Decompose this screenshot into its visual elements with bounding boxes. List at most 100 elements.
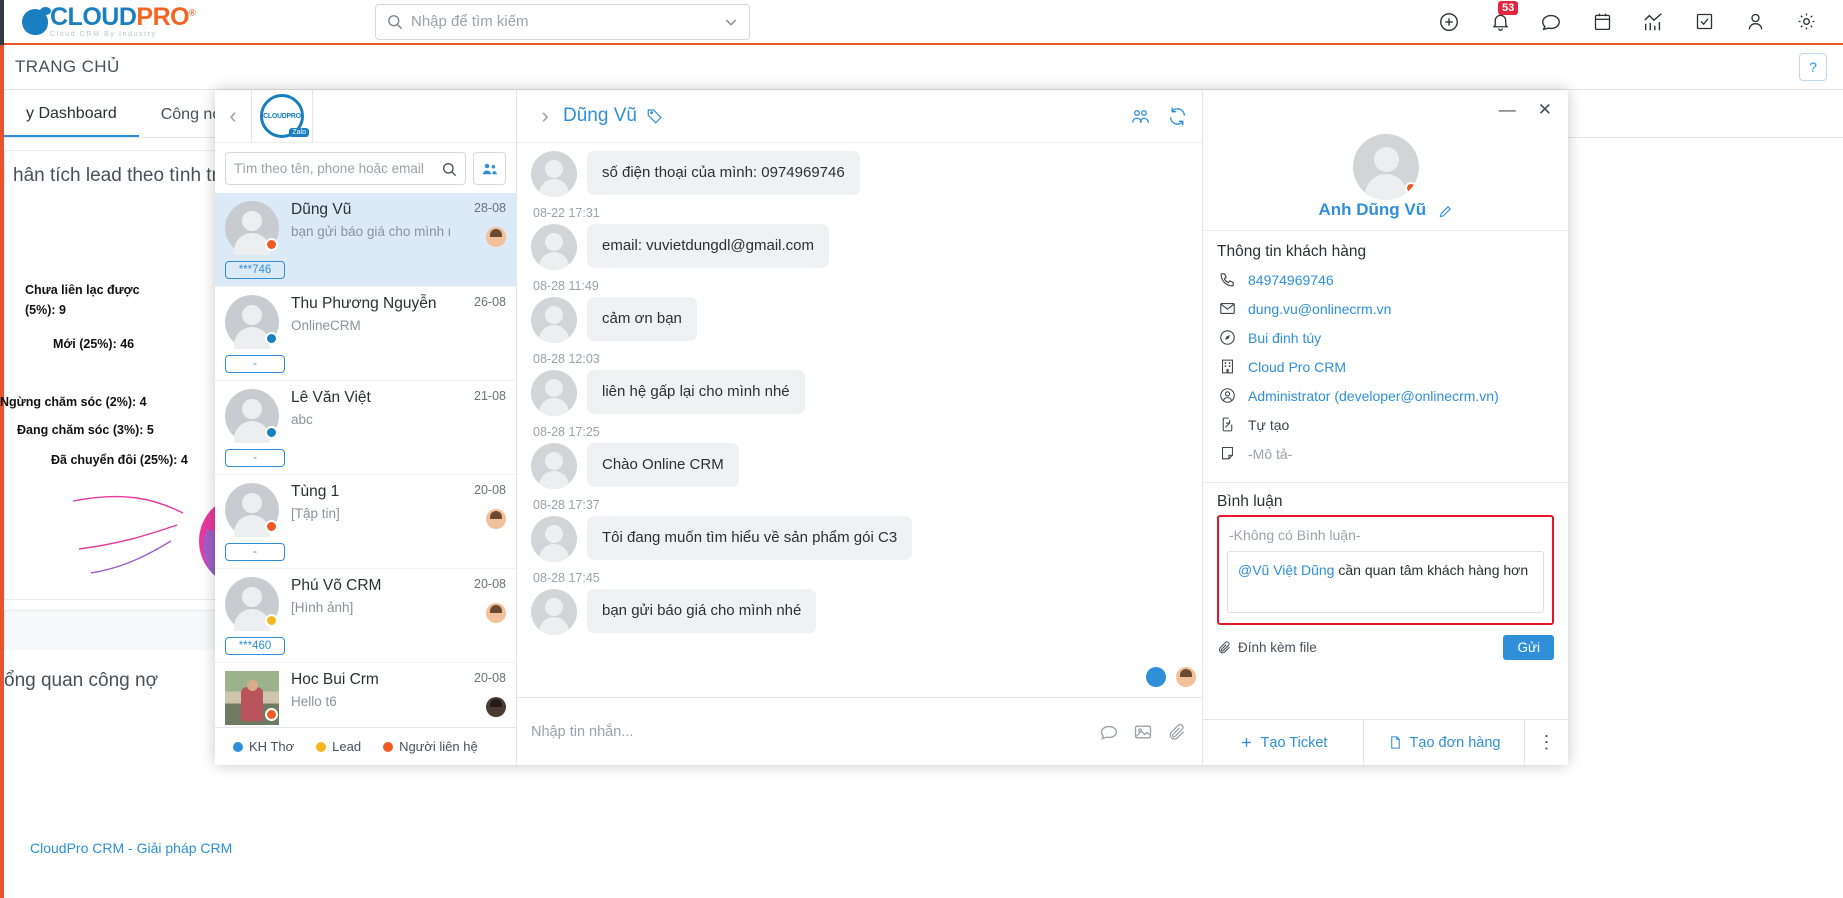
search-placeholder: Nhập để tìm kiếm (411, 13, 529, 30)
message-timestamp: 08-28 11:49 (533, 279, 599, 293)
search-icon[interactable] (441, 161, 457, 177)
customer-description: -Mô tả- (1248, 445, 1293, 462)
customer-address[interactable]: Bui đinh túy (1248, 330, 1321, 346)
comment-text: cần quan tâm khách hàng hơn (1334, 562, 1529, 578)
gear-icon[interactable] (1794, 10, 1818, 34)
tab-my-dashboard[interactable]: y Dashboard (4, 92, 139, 138)
customer-phone[interactable]: 84974969746 (1248, 272, 1334, 288)
customer-email[interactable]: dung.vu@onlinecrm.vn (1248, 301, 1391, 317)
status-badge[interactable]: ***746 (225, 261, 285, 279)
chat-icon[interactable] (1539, 10, 1563, 34)
plus-icon (1239, 735, 1254, 750)
list-item[interactable]: Lê Văn Việt abc 21-08 (215, 381, 516, 445)
conversation-entry[interactable]: Phú Võ CRM [Hình ảnh] 20-08 ***460 (215, 569, 516, 663)
add-icon[interactable] (1437, 10, 1461, 34)
help-icon[interactable]: ? (1799, 53, 1827, 81)
zalo-channel-icon: CLOUDPRO Zalo (260, 94, 309, 138)
customer-owner[interactable]: Administrator (developer@onlinecrm.vn) (1248, 388, 1499, 404)
task-icon[interactable] (1692, 10, 1716, 34)
conversation-entry[interactable]: Lê Văn Việt abc 21-08 - (215, 381, 516, 475)
bell-icon[interactable]: 53 (1488, 0, 1519, 34)
calendar-icon[interactable] (1590, 10, 1614, 34)
status-dot (265, 520, 278, 533)
message-row: Chào Online CRM (531, 443, 1188, 489)
paperclip-icon[interactable] (1217, 640, 1232, 655)
status-badge[interactable]: - (225, 543, 285, 561)
info-row-email[interactable]: dung.vu@onlinecrm.vn (1217, 300, 1554, 317)
assign-agents-icon[interactable] (1130, 106, 1151, 127)
list-item[interactable]: Dũng Vũ bạn gửi báo giá cho mình nhé 28-… (215, 193, 516, 257)
message-list[interactable]: số điện thoại của mình: 0974969746 08-22… (517, 143, 1202, 697)
status-badge[interactable]: ***460 (225, 637, 285, 655)
message-bubble: Chào Online CRM (587, 443, 739, 487)
create-ticket-label: Tạo Ticket (1260, 734, 1328, 751)
send-comment-button[interactable]: Gửi (1503, 635, 1554, 660)
zalo-badge-label: Zalo (289, 128, 309, 137)
list-item[interactable]: Tùng 1 [Tập tin] 20-08 (215, 475, 516, 539)
message-date: 26-08 (474, 295, 506, 309)
status-badge[interactable]: - (225, 449, 285, 467)
app-logo[interactable]: CLOUDPRO® Cloud CRM By Industry (0, 5, 215, 38)
chat-header: › Dũng Vũ (517, 90, 1202, 143)
collapse-left-icon[interactable]: ‹ (215, 105, 251, 127)
message-date: 20-08 (474, 483, 506, 497)
comment-actions: Đính kèm file Gửi (1203, 625, 1568, 666)
window-controls: — ✕ (1203, 90, 1568, 130)
report-icon[interactable] (1641, 10, 1665, 34)
message-input[interactable]: Nhập tin nhắn... (531, 724, 1086, 740)
info-row-address[interactable]: Bui đinh túy (1217, 329, 1554, 346)
conversation-list[interactable]: Dũng Vũ bạn gửi báo giá cho mình nhé 28-… (215, 193, 516, 727)
info-row-phone[interactable]: 84974969746 (1217, 271, 1554, 288)
comment-mention[interactable]: @Vũ Việt Dũng (1238, 562, 1334, 578)
info-row-owner[interactable]: Administrator (developer@onlinecrm.vn) (1217, 387, 1554, 404)
customer-company[interactable]: Cloud Pro CRM (1248, 359, 1346, 375)
agent-avatar (486, 227, 506, 247)
conversation-entry[interactable]: Thu Phương Nguyễn OnlineCRM 26-08 - (215, 287, 516, 381)
create-order-button[interactable]: Tạo đơn hàng (1363, 720, 1524, 765)
global-search-box[interactable]: Nhập để tìm kiếm (375, 3, 750, 40)
status-badge[interactable]: - (225, 355, 285, 373)
chevron-down-icon[interactable] (723, 14, 739, 30)
list-item[interactable]: Hoc Bui Crm Hello t6 20-08 (215, 663, 516, 727)
contact-name: Lê Văn Việt (291, 389, 371, 406)
create-ticket-button[interactable]: Tạo Ticket (1203, 720, 1363, 765)
group-filter-icon[interactable] (473, 152, 506, 185)
logo-tagline: Cloud CRM By Industry (50, 31, 157, 38)
top-navigation-bar: CLOUDPRO® Cloud CRM By Industry Nhập để … (0, 0, 1843, 45)
close-icon[interactable]: ✕ (1538, 100, 1552, 120)
message-bubble: Tôi đang muốn tìm hiểu về sản phẩm gói C… (587, 516, 913, 560)
user-icon[interactable] (1743, 10, 1767, 34)
message-date: 21-08 (474, 389, 506, 403)
status-dot (265, 426, 278, 439)
minimize-icon[interactable]: — (1499, 100, 1516, 120)
conversation-entry[interactable]: Tùng 1 [Tập tin] 20-08 - (215, 475, 516, 569)
more-actions-icon[interactable]: ⋮ (1524, 720, 1568, 765)
avatar (531, 443, 577, 489)
image-attach-icon[interactable] (1132, 721, 1154, 743)
info-row-company[interactable]: Cloud Pro CRM (1217, 358, 1554, 375)
expand-right-icon[interactable]: › (527, 105, 563, 127)
edit-icon[interactable] (1438, 202, 1453, 218)
file-attach-icon[interactable] (1166, 721, 1188, 743)
agent-avatar-online (1146, 667, 1166, 687)
list-item[interactable]: Thu Phương Nguyễn OnlineCRM 26-08 (215, 287, 516, 351)
conversation-entry[interactable]: Hoc Bui Crm Hello t6 20-08 - (215, 663, 516, 727)
breadcrumb-bar: TRANG CHỦ ? (0, 45, 1843, 90)
conversation-list-header: ‹ CLOUDPRO Zalo (215, 89, 516, 143)
tag-icon[interactable] (646, 107, 664, 125)
note-icon (1217, 445, 1237, 462)
conversation-entry[interactable]: Dũng Vũ bạn gửi báo giá cho mình nhé 28-… (215, 193, 516, 287)
list-item[interactable]: Phú Võ CRM [Hình ảnh] 20-08 (215, 569, 516, 633)
legend-item-kh-tho: KH Thơ (233, 739, 294, 754)
attach-file-label[interactable]: Đính kèm file (1238, 640, 1317, 655)
refresh-icon[interactable] (1167, 106, 1188, 127)
message-bubble: cảm ơn bạn (587, 297, 697, 341)
comment-input[interactable]: @Vũ Việt Dũng cần quan tâm khách hàng hơ… (1227, 551, 1544, 613)
contact-name: Phú Võ CRM (291, 577, 382, 594)
comment-box[interactable]: -Không có Bình luận- @Vũ Việt Dũng cần q… (1217, 515, 1554, 625)
quick-reply-icon[interactable] (1098, 721, 1120, 743)
channel-tab-zalo[interactable]: CLOUDPRO Zalo (251, 89, 313, 143)
conversation-search-input[interactable]: Tìm theo tên, phone hoặc email (225, 152, 466, 185)
message-preview: abc (291, 412, 313, 427)
message-row: bạn gửi báo giá cho mình nhé (531, 589, 1188, 635)
